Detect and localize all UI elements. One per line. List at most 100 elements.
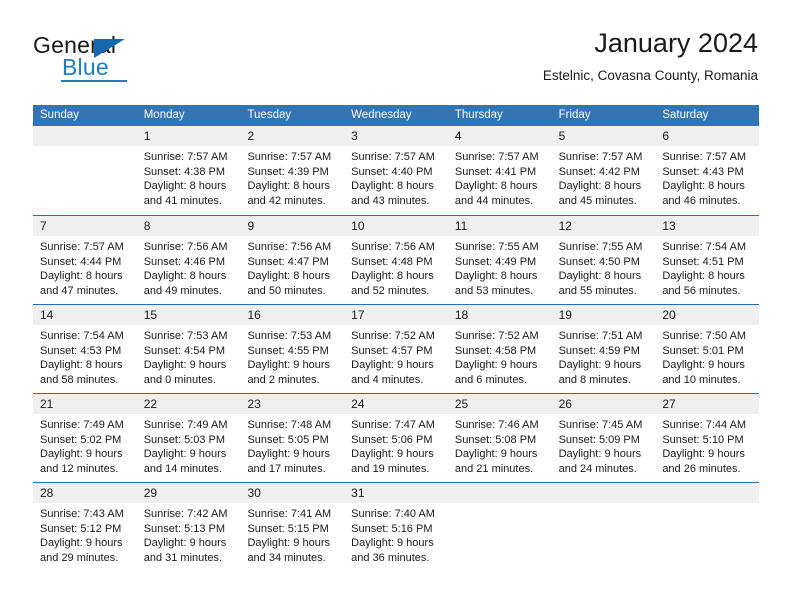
day-detail-line: Sunrise: 7:53 AM: [143, 330, 228, 342]
day-details: Sunrise: 7:41 AM Sunset: 5:15 PM Daylight:…: [240, 503, 344, 565]
calendar-day-cell[interactable]: 12 Sunrise: 7:55 AM Sunset: 4:50 PM Dayligh…: [551, 216, 656, 304]
page-header: General Blue January 2024 Estelnic, Cova…: [33, 26, 758, 96]
day-detail-line: Daylight: 8 hours: [247, 270, 330, 283]
day-detail-line: Sunset: 4:53 PM: [40, 344, 122, 357]
calendar-day-cell[interactable]: 9 Sunrise: 7:56 AM Sunset: 4:47 PM Daylight…: [240, 216, 345, 304]
calendar-day-cell[interactable]: 1 Sunrise: 7:57 AM Sunset: 4:38 PM Daylight…: [136, 126, 241, 215]
day-detail-line: Sunset: 5:15 PM: [247, 522, 329, 535]
day-detail-line: Sunset: 4:51 PM: [662, 255, 744, 268]
calendar-day-cell[interactable]: 24 Sunrise: 7:47 AM Sunset: 5:06 PM Dayligh…: [344, 394, 448, 482]
day-detail-line: Sunrise: 7:47 AM: [351, 419, 435, 431]
calendar-day-cell[interactable]: 29 Sunrise: 7:42 AM Sunset: 5:13 PM Dayligh…: [136, 483, 241, 571]
calendar-day-cell[interactable]: 31 Sunrise: 7:40 AM Sunset: 5:16 PM Dayligh…: [344, 483, 448, 571]
day-detail-line: and 49 minutes.: [143, 284, 222, 297]
calendar-day-cell[interactable]: 7 Sunrise: 7:57 AM Sunset: 4:44 PM Daylight…: [33, 216, 137, 304]
day-number: 18: [447, 305, 552, 325]
day-detail-line: Sunrise: 7:48 AM: [247, 419, 332, 431]
day-detail-line: Sunrise: 7:44 AM: [662, 419, 747, 431]
day-detail-line: Sunset: 5:05 PM: [247, 433, 329, 446]
day-detail-line: and 42 minutes.: [247, 194, 326, 207]
day-detail-line: Sunrise: 7:51 AM: [558, 330, 643, 342]
day-details: Sunrise: 7:43 AM Sunset: 5:12 PM Daylight:…: [33, 503, 137, 565]
calendar-day-cell[interactable]: 14 Sunrise: 7:54 AM Sunset: 4:53 PM Dayligh…: [33, 305, 137, 393]
calendar-day-empty: [551, 483, 656, 571]
calendar-day-cell[interactable]: 16 Sunrise: 7:53 AM Sunset: 4:55 PM Dayligh…: [240, 305, 345, 393]
day-number: 22: [136, 394, 241, 414]
day-detail-line: and 14 minutes.: [143, 462, 222, 475]
calendar-day-cell[interactable]: 2 Sunrise: 7:57 AM Sunset: 4:39 PM Daylight…: [240, 126, 345, 215]
day-number: 14: [33, 305, 137, 325]
calendar-day-cell[interactable]: 10 Sunrise: 7:56 AM Sunset: 4:48 PM Dayligh…: [344, 216, 448, 304]
day-detail-line: Sunset: 4:39 PM: [247, 165, 329, 178]
day-number: 11: [447, 216, 552, 236]
calendar-day-cell[interactable]: 17 Sunrise: 7:52 AM Sunset: 4:57 PM Dayligh…: [344, 305, 448, 393]
day-detail-line: Daylight: 8 hours: [351, 270, 434, 283]
day-number: 21: [33, 394, 137, 414]
day-detail-line: Sunset: 4:44 PM: [40, 255, 122, 268]
calendar-weeks: 1 Sunrise: 7:57 AM Sunset: 4:38 PM Daylight…: [33, 126, 760, 571]
day-number: 10: [344, 216, 448, 236]
calendar-day-cell[interactable]: 25 Sunrise: 7:46 AM Sunset: 5:08 PM Dayligh…: [447, 394, 552, 482]
day-detail-line: Sunrise: 7:57 AM: [40, 241, 124, 253]
calendar-day-cell[interactable]: 11 Sunrise: 7:55 AM Sunset: 4:49 PM Dayligh…: [447, 216, 552, 304]
calendar-day-cell[interactable]: 21 Sunrise: 7:49 AM Sunset: 5:02 PM Dayligh…: [33, 394, 137, 482]
day-number: 12: [551, 216, 656, 236]
calendar-day-cell[interactable]: 30 Sunrise: 7:41 AM Sunset: 5:15 PM Dayligh…: [240, 483, 345, 571]
calendar-day-cell[interactable]: 27 Sunrise: 7:44 AM Sunset: 5:10 PM Dayligh…: [655, 394, 760, 482]
day-number: 23: [240, 394, 345, 414]
calendar-day-cell[interactable]: 15 Sunrise: 7:53 AM Sunset: 4:54 PM Dayligh…: [136, 305, 241, 393]
calendar-grid: Sunday Monday Tuesday Wednesday Thursday Frid…: [33, 105, 760, 571]
day-number: [551, 483, 656, 503]
weekday-header-row: Sunday Monday Tuesday Wednesday Thursday Frid…: [33, 105, 759, 126]
day-details: Sunrise: 7:42 AM Sunset: 5:13 PM Daylight:…: [137, 503, 241, 565]
day-detail-line: Sunset: 4:42 PM: [558, 165, 640, 178]
day-detail-line: and 55 minutes.: [558, 284, 637, 297]
calendar-day-cell[interactable]: 28 Sunrise: 7:43 AM Sunset: 5:12 PM Dayligh…: [33, 483, 137, 571]
day-number: 15: [136, 305, 241, 325]
calendar-day-cell[interactable]: 19 Sunrise: 7:51 AM Sunset: 4:59 PM Dayligh…: [551, 305, 656, 393]
weekday-header-thursday: Thursday: [454, 109, 503, 121]
day-detail-line: Sunrise: 7:56 AM: [247, 241, 332, 253]
day-detail-line: Sunrise: 7:45 AM: [558, 419, 643, 431]
day-details: Sunrise: 7:52 AM Sunset: 4:57 PM Daylight:…: [344, 325, 448, 387]
day-detail-line: Sunrise: 7:57 AM: [247, 151, 332, 163]
day-detail-line: Daylight: 9 hours: [351, 537, 434, 550]
calendar-day-cell[interactable]: 8 Sunrise: 7:56 AM Sunset: 4:46 PM Daylight…: [136, 216, 241, 304]
brand-logo[interactable]: General Blue: [33, 32, 243, 88]
day-detail-line: and 2 minutes.: [247, 373, 320, 386]
calendar-day-empty: [33, 126, 137, 215]
day-detail-line: and 17 minutes.: [247, 462, 326, 475]
day-detail-line: Sunset: 4:57 PM: [351, 344, 433, 357]
day-detail-line: Daylight: 9 hours: [662, 359, 745, 372]
day-detail-line: Sunset: 5:09 PM: [558, 433, 640, 446]
day-detail-line: Daylight: 8 hours: [454, 270, 538, 283]
day-detail-line: Daylight: 8 hours: [558, 270, 642, 283]
day-detail-line: Daylight: 9 hours: [558, 448, 642, 461]
day-number: 3: [344, 126, 448, 146]
calendar-day-cell[interactable]: 4 Sunrise: 7:57 AM Sunset: 4:41 PM Daylight…: [447, 126, 552, 215]
calendar-day-cell[interactable]: 3 Sunrise: 7:57 AM Sunset: 4:40 PM Daylight…: [344, 126, 448, 215]
calendar-day-cell[interactable]: 18 Sunrise: 7:52 AM Sunset: 4:58 PM Dayligh…: [447, 305, 552, 393]
day-detail-line: Sunset: 4:49 PM: [454, 255, 537, 268]
day-detail-line: and 46 minutes.: [662, 194, 741, 207]
day-detail-line: Sunrise: 7:50 AM: [662, 330, 747, 342]
day-number: 25: [447, 394, 552, 414]
day-details: Sunrise: 7:54 AM Sunset: 4:53 PM Daylight:…: [33, 325, 137, 387]
calendar-day-cell[interactable]: 23 Sunrise: 7:48 AM Sunset: 5:05 PM Dayligh…: [240, 394, 345, 482]
calendar-day-cell[interactable]: 5 Sunrise: 7:57 AM Sunset: 4:42 PM Daylight…: [551, 126, 656, 215]
day-detail-line: Daylight: 8 hours: [40, 270, 123, 283]
day-detail-line: Daylight: 8 hours: [558, 180, 642, 193]
day-detail-line: Daylight: 8 hours: [143, 270, 227, 283]
day-number: 1: [136, 126, 241, 146]
day-detail-line: and 8 minutes.: [558, 373, 631, 386]
calendar-day-cell[interactable]: 20 Sunrise: 7:50 AM Sunset: 5:01 PM Dayligh…: [655, 305, 760, 393]
calendar-day-cell[interactable]: 22 Sunrise: 7:49 AM Sunset: 5:03 PM Dayligh…: [136, 394, 241, 482]
day-number: [33, 126, 137, 146]
calendar-day-cell[interactable]: 26 Sunrise: 7:45 AM Sunset: 5:09 PM Dayligh…: [551, 394, 656, 482]
day-detail-line: Sunrise: 7:49 AM: [40, 419, 124, 431]
day-details: Sunrise: 7:51 AM Sunset: 4:59 PM Daylight:…: [552, 325, 656, 387]
day-detail-line: Daylight: 9 hours: [40, 537, 123, 550]
day-detail-line: and 36 minutes.: [351, 551, 430, 564]
calendar-day-cell[interactable]: 6 Sunrise: 7:57 AM Sunset: 4:43 PM Daylight…: [655, 126, 760, 215]
calendar-day-cell[interactable]: 13 Sunrise: 7:54 AM Sunset: 4:51 PM Dayligh…: [655, 216, 760, 304]
